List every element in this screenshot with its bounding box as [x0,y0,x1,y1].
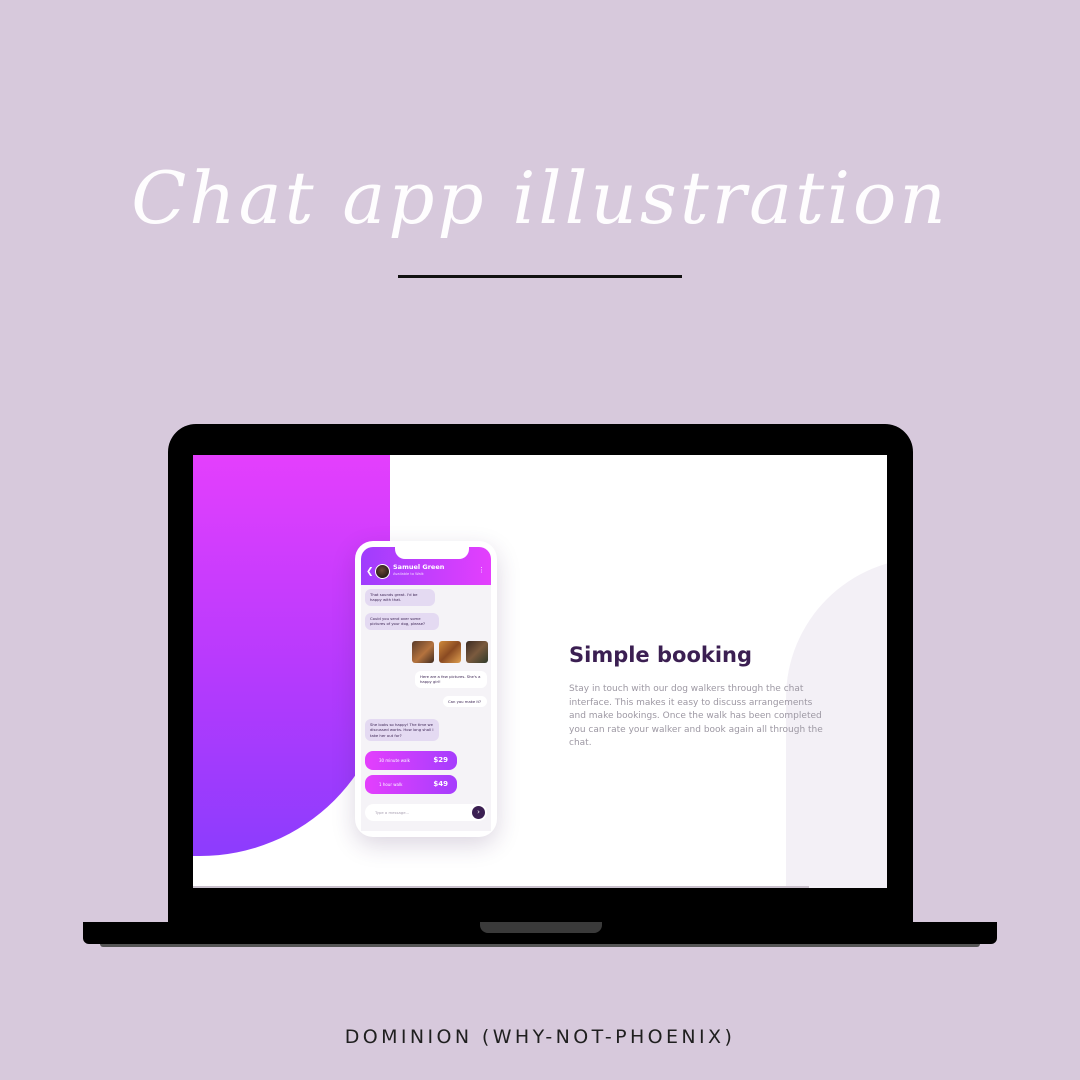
contact-status: Available to Walk [393,572,424,576]
message-bubble-incoming: That sounds great. I'd be happy with tha… [365,589,435,606]
screen-scrollbar [193,886,809,888]
offer-label: 1 hour walk [379,782,403,787]
footer-credit: DOMINION (WHY-NOT-PHOENIX) [344,1026,736,1048]
laptop-screen: ❮ Samuel Green Available to Walk ⋮ That … [193,455,887,888]
chat-header: ❮ Samuel Green Available to Walk ⋮ [361,547,491,585]
dog-photo[interactable] [412,641,434,663]
chevron-left-icon[interactable]: ❮ [366,568,374,577]
offer-price: $49 [433,780,448,788]
page-title: Chat app illustration [131,156,949,241]
laptop-base-shadow [100,944,980,947]
dog-photo[interactable] [439,641,461,663]
section-heading: Simple booking [569,643,753,667]
more-vertical-icon[interactable]: ⋮ [478,567,485,574]
chat-thread: That sounds great. I'd be happy with tha… [361,585,491,831]
offer-label: 30 minute walk [379,758,410,763]
message-bubble-incoming: Could you send over some pictures of you… [365,613,439,630]
laptop-notch [480,922,602,933]
offer-price: $29 [433,756,448,764]
message-input[interactable]: Type a message... › [365,804,487,821]
message-bubble-incoming: She looks so happy! The time we discusse… [365,719,439,742]
dog-photo[interactable] [466,641,488,663]
section-description: Stay in touch with our dog walkers throu… [569,684,823,749]
offer-30-minute-walk[interactable]: 30 minute walk $29 [365,751,457,770]
message-bubble-outgoing: Here are a few pictures. She's a happy g… [415,671,487,688]
contact-name: Samuel Green [393,563,445,571]
send-arrow-icon[interactable]: › [472,806,485,819]
phone-notch [395,547,469,559]
message-placeholder: Type a message... [375,810,410,815]
avatar [375,564,390,579]
offer-1-hour-walk[interactable]: 1 hour walk $49 [365,775,457,794]
phone-mockup: ❮ Samuel Green Available to Walk ⋮ That … [355,541,497,837]
title-underline [398,275,682,278]
laptop-base [83,922,997,944]
message-bubble-outgoing: Can you make it? [443,696,487,708]
